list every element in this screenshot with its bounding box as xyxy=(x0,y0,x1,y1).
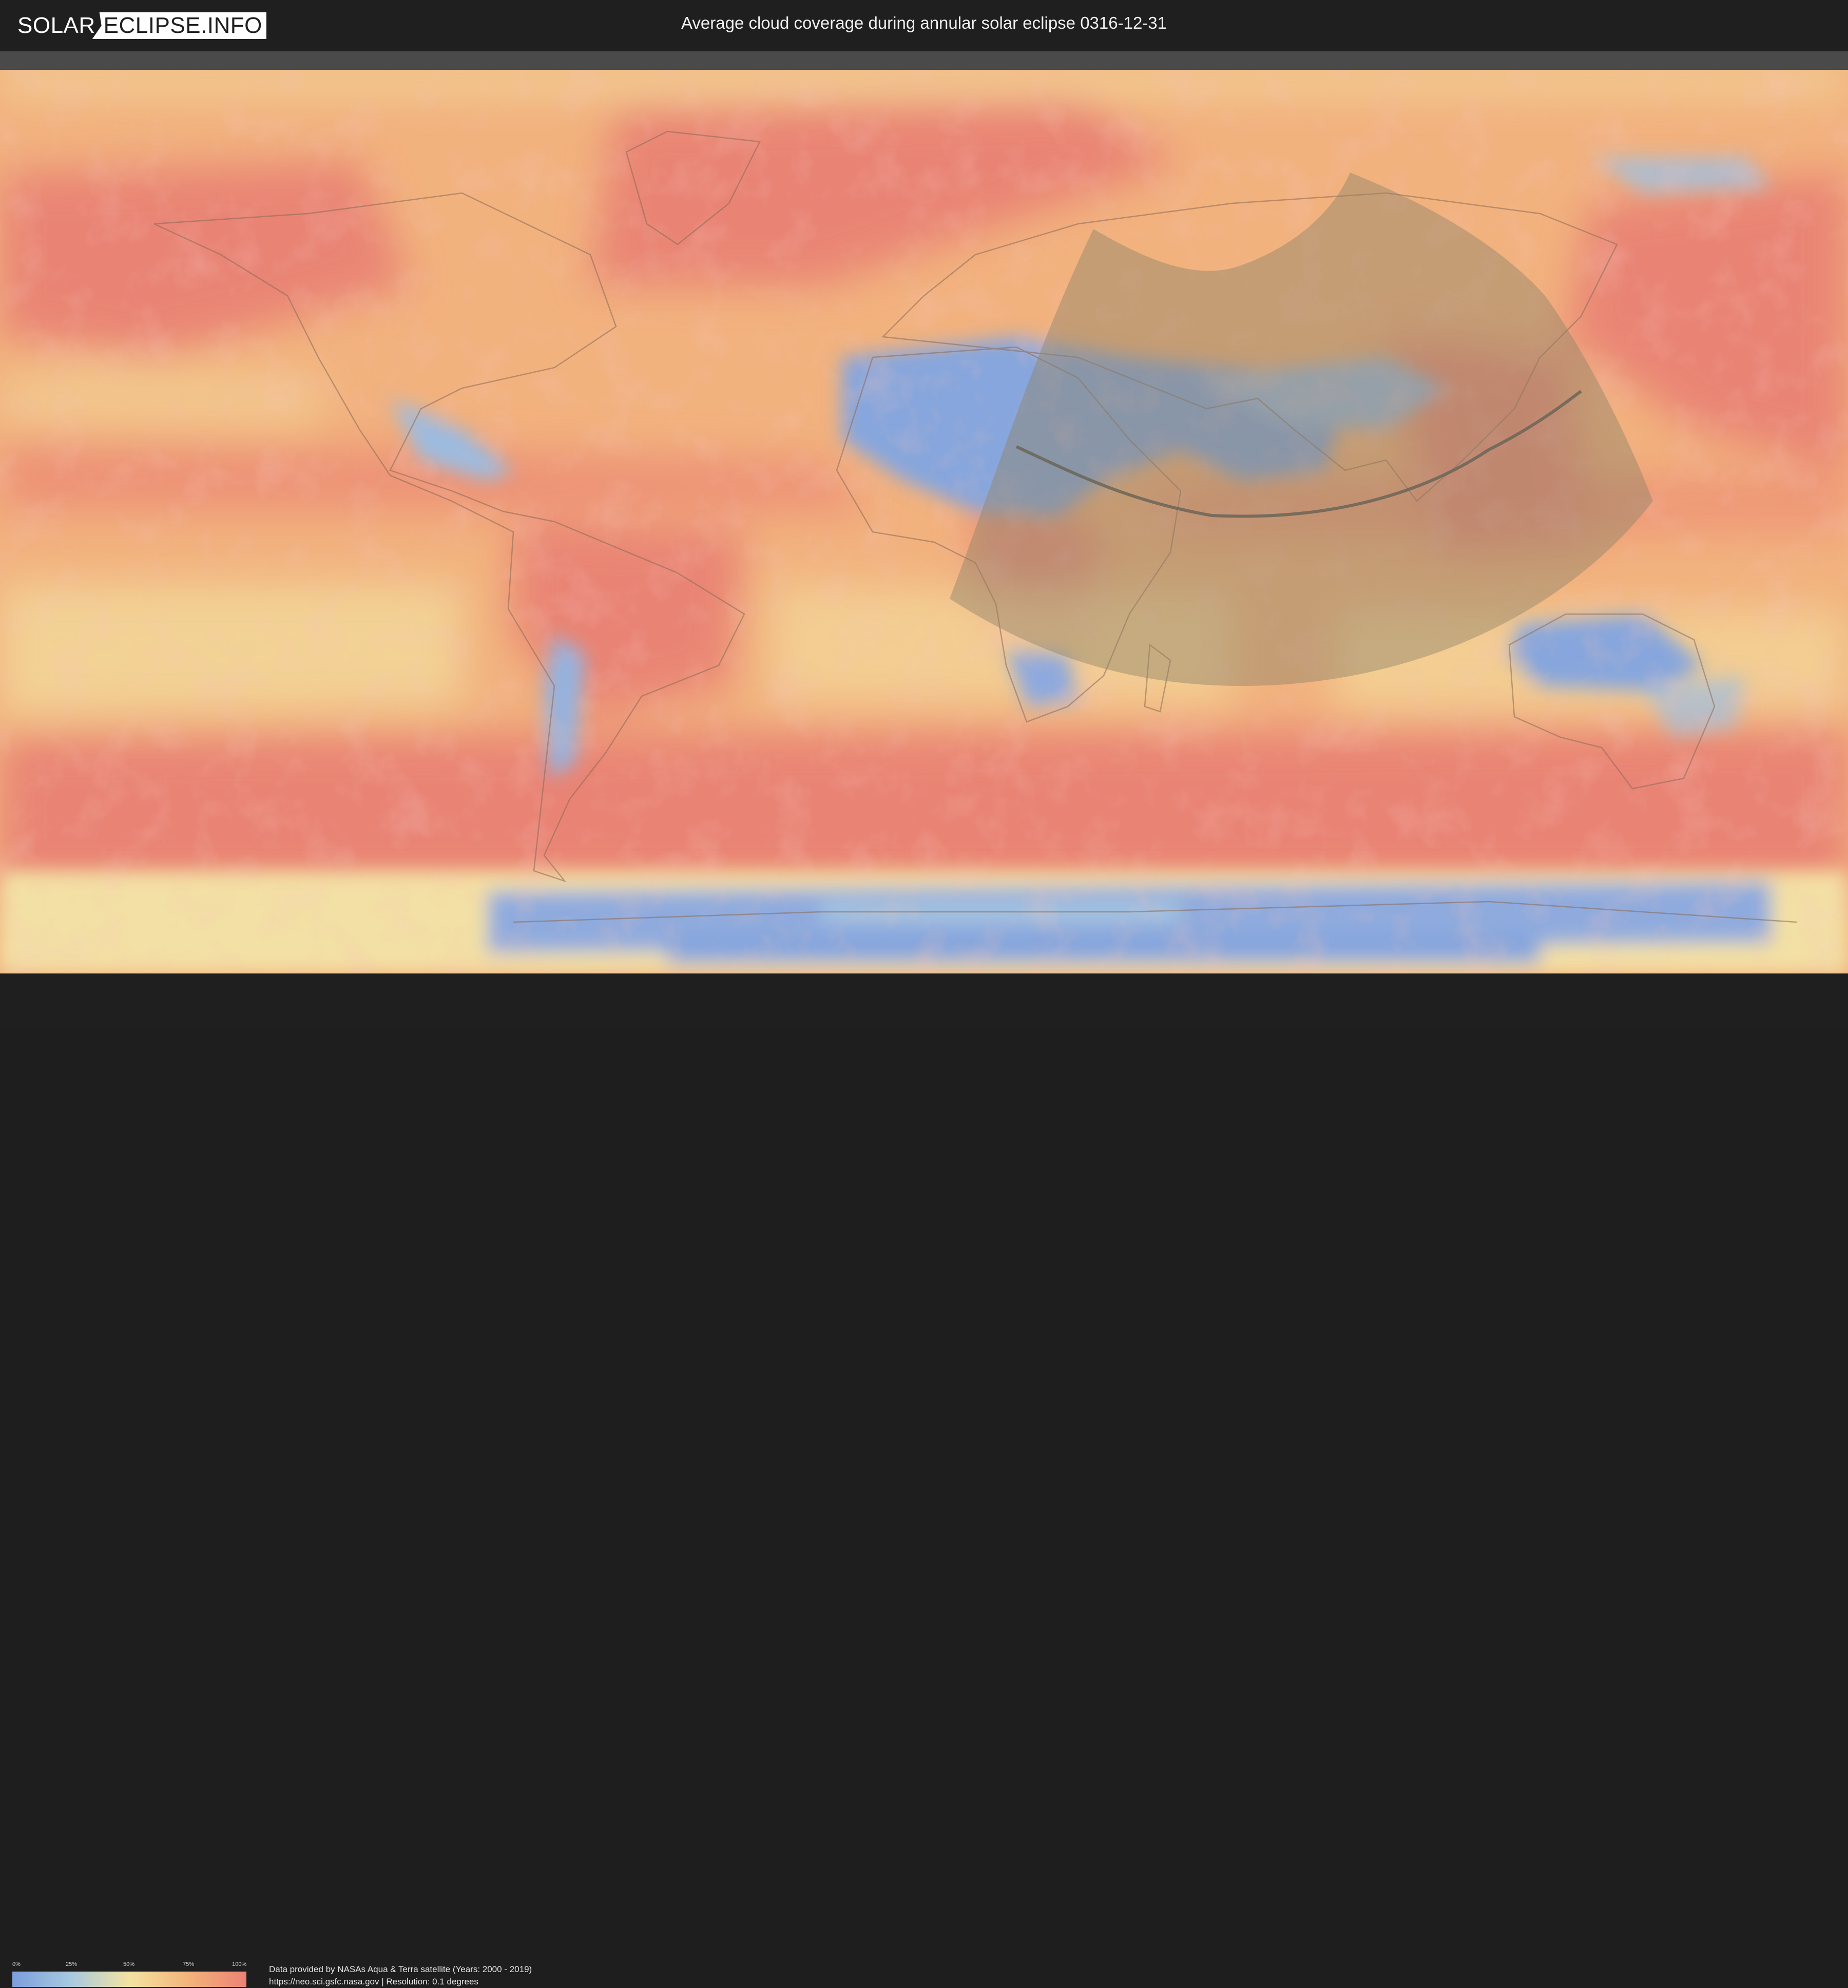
cloud-coverage-map xyxy=(0,70,1848,973)
credits-line-url: https://neo.sci.gsfc.nasa.gov | Resoluti… xyxy=(269,1977,478,1986)
credits-line-source: Data provided by NASAs Aqua & Terra sate… xyxy=(269,1964,532,1974)
header-bar: SOLAR ECLIPSE.INFO Average cloud coverag… xyxy=(0,0,1848,51)
legend-tick-75: 75% xyxy=(183,1961,195,1967)
data-credits: Data provided by NASAs Aqua & Terra sate… xyxy=(269,1963,532,1988)
legend-tick-0: 0% xyxy=(12,1961,21,1967)
page-title: Average cloud coverage during annular so… xyxy=(681,13,1167,32)
legend-tick-100: 100% xyxy=(232,1961,247,1967)
footer-bar: 0% 25% 50% 75% 100% Data provided by NAS… xyxy=(0,973,1848,1987)
legend-tick-50: 50% xyxy=(123,1961,135,1967)
cloud-coverage-legend-gradient xyxy=(12,1972,246,1987)
header-divider-strip xyxy=(0,51,1848,71)
legend-tick-25: 25% xyxy=(66,1961,78,1967)
